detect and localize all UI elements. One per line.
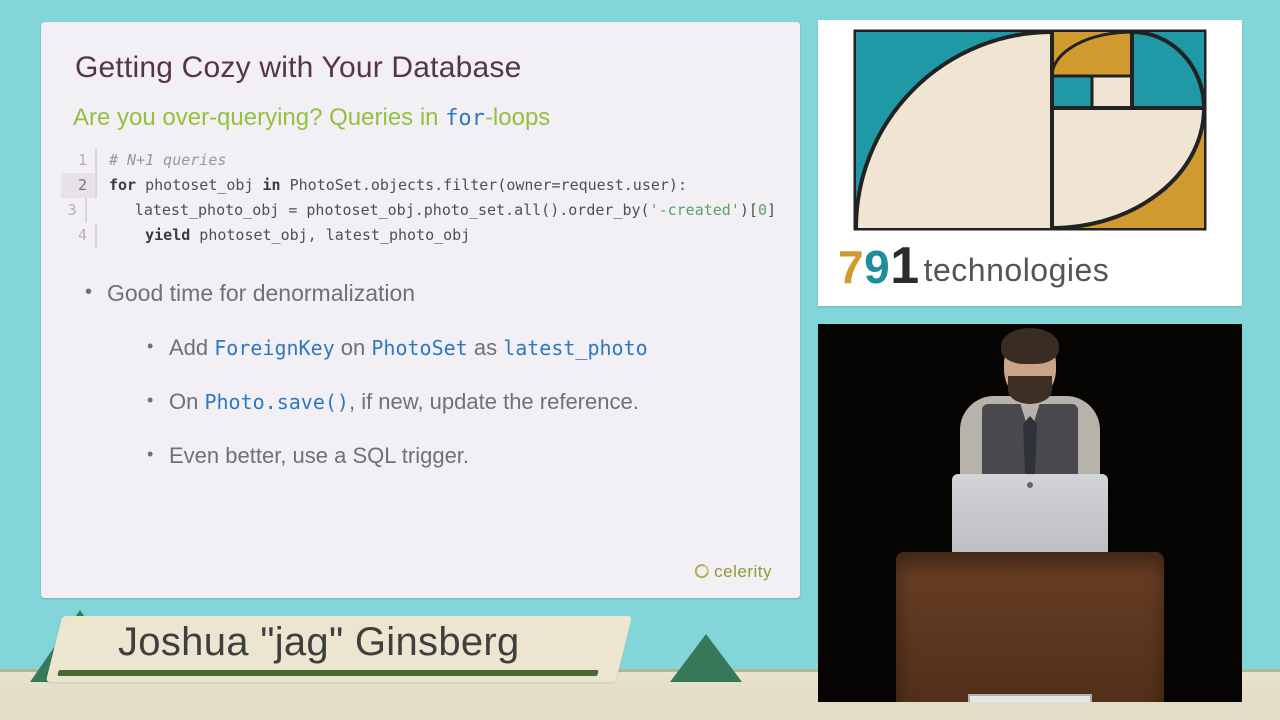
speaker-hair (1001, 328, 1059, 364)
slide-subtitle-text: Are you over-querying? Queries in (73, 104, 445, 131)
list-item: On Photo.save(), if new, update the refe… (143, 386, 781, 418)
bullet-text: , if new, update the reference. (349, 389, 639, 414)
list-item: Good time for denormalization Add Foreig… (81, 277, 781, 472)
bullet-text: Even better, use a SQL trigger. (169, 443, 469, 468)
bullet-text: on (335, 335, 372, 360)
video-frame: Getting Cozy with Your Database Are you … (0, 0, 1280, 720)
code-line: 4 yield photoset_obj, latest_photo_obj (61, 223, 776, 248)
bullet-text: On (169, 389, 204, 414)
swirl-icon (690, 561, 712, 586)
slide-subtitle: Are you over-querying? Queries in for-lo… (73, 104, 550, 132)
bullet-text: Add (169, 335, 214, 360)
code-text: ] (767, 201, 776, 219)
code-text: photoset_obj, latest_photo_obj (190, 226, 470, 244)
inline-code: ForeignKey (214, 336, 334, 360)
line-number: 2 (61, 173, 97, 198)
bullet-text: as (468, 335, 503, 360)
sponsor-digit: 7 (838, 241, 864, 293)
slide-subtitle-code: for (445, 106, 485, 131)
slide-footer-brand-text: celerity (714, 562, 772, 581)
sponsor-digit: 9 (864, 241, 890, 293)
code-string: '-created' (650, 201, 740, 219)
slide-title: Getting Cozy with Your Database (75, 51, 521, 85)
speaker-beard (1008, 376, 1052, 404)
fibonacci-spiral-icon (818, 20, 1242, 240)
sponsor-digit: 1 (890, 237, 919, 295)
inline-code: latest_photo (503, 336, 648, 360)
code-text: PhotoSet.objects.filter(owner=request.us… (281, 176, 687, 194)
code-text: )[ (740, 201, 758, 219)
lectern: Hilton (896, 552, 1164, 702)
bullet-text: Good time for denormalization (107, 280, 415, 306)
list-item: Even better, use a SQL trigger. (143, 440, 781, 472)
line-number: 1 (61, 148, 97, 173)
code-keyword: in (263, 176, 281, 194)
presentation-slide: Getting Cozy with Your Database Are you … (41, 22, 800, 598)
lectern-plaque: Hilton (968, 694, 1092, 702)
code-number: 0 (758, 201, 767, 219)
code-block: 1 # N+1 queries 2 for photoset_obj in Ph… (61, 148, 776, 248)
bullet-list: Good time for denormalization Add Foreig… (81, 277, 781, 494)
inline-code: PhotoSet (371, 336, 467, 360)
code-keyword: yield (145, 226, 190, 244)
code-line: 3 latest_photo_obj = photoset_obj.photo_… (61, 198, 776, 223)
code-line: 1 # N+1 queries (61, 148, 776, 173)
code-text: latest_photo_obj = photoset_obj.photo_se… (99, 201, 650, 219)
code-line: 2 for photoset_obj in PhotoSet.objects.f… (61, 173, 776, 198)
code-keyword: for (109, 176, 136, 194)
slide-subtitle-text: -loops (485, 104, 550, 131)
sponsor-word: technologies (924, 252, 1110, 289)
speaker-name: Joshua "jag" Ginsberg (118, 620, 520, 665)
line-number: 4 (61, 223, 97, 248)
mountain-icon (670, 634, 742, 682)
laptop-icon (952, 474, 1108, 564)
slide-footer-brand: celerity (693, 562, 772, 584)
sponsor-panel: 791technologies (818, 20, 1242, 306)
camera-feed: Hilton (818, 324, 1242, 702)
list-item: Add ForeignKey on PhotoSet as latest_pho… (143, 332, 781, 364)
code-comment: # N+1 queries (109, 151, 226, 169)
code-text: photoset_obj (136, 176, 262, 194)
lower-third-accent (57, 670, 598, 676)
line-number: 3 (61, 198, 87, 223)
inline-code: Photo.save() (204, 390, 349, 414)
sponsor-name: 791technologies (838, 236, 1109, 296)
